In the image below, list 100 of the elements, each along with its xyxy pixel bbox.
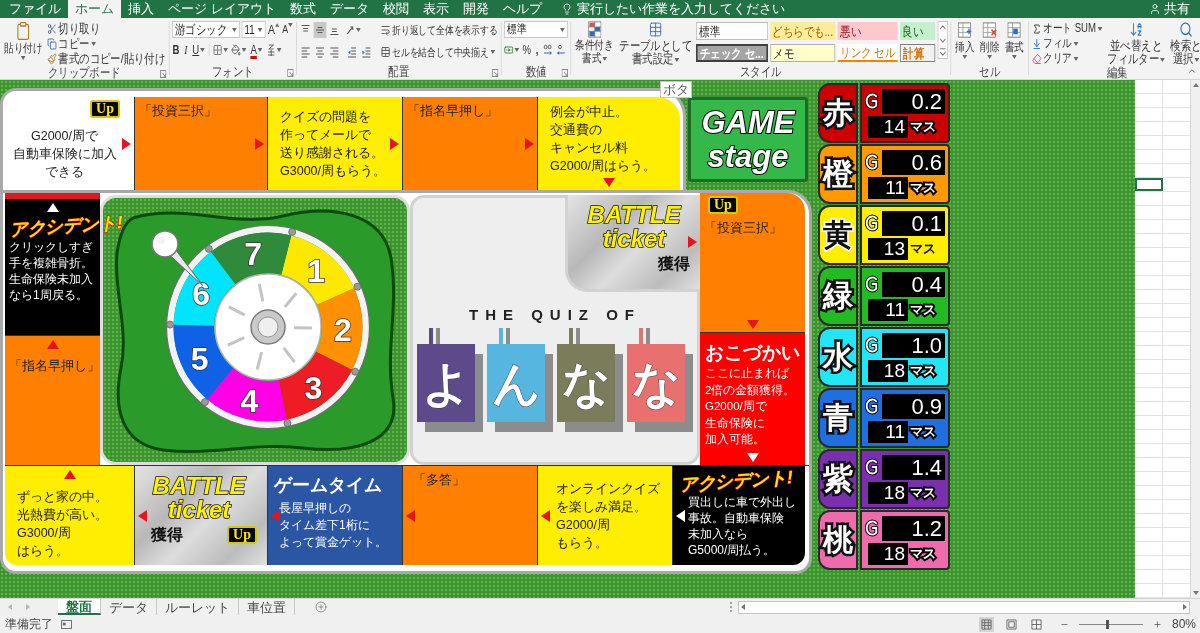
normal-view-icon xyxy=(980,618,992,630)
add-sheet-icon[interactable] xyxy=(315,601,327,613)
format-painter-button[interactable]: 書式のコピー/貼り付け xyxy=(46,51,167,66)
number-format-field[interactable]: 標準 xyxy=(504,21,569,38)
dialog-launcher-icon[interactable] xyxy=(287,69,294,77)
cell-style-option[interactable]: どちらでも... xyxy=(770,22,836,40)
bold-button[interactable]: B xyxy=(171,43,181,57)
cell-style-option[interactable]: 標準 xyxy=(696,22,768,40)
delete-cells-button[interactable]: 削除 xyxy=(978,21,1001,59)
game-time-heading: ゲームタイム xyxy=(274,474,382,496)
scroll-up-icon[interactable] xyxy=(1192,83,1199,87)
dialog-launcher-icon[interactable] xyxy=(159,70,167,78)
cut-button[interactable]: 切り取り xyxy=(46,21,167,36)
percent-button[interactable]: % xyxy=(522,43,532,57)
money-value: 0.4 xyxy=(882,271,945,297)
player-color-tile: 紫 xyxy=(818,449,858,509)
paint-bucket-icon xyxy=(231,44,241,56)
scroll-left-icon[interactable] xyxy=(741,604,745,610)
phonetic-button[interactable] xyxy=(266,44,282,56)
square-count: 14 xyxy=(868,115,908,138)
player-color-tile: 青 xyxy=(818,388,858,448)
collapse-ribbon-icon[interactable] xyxy=(1187,66,1197,76)
vertical-scrollbar[interactable] xyxy=(1190,80,1200,598)
sort-filter-button[interactable]: 並べ替えと フィルター xyxy=(1105,21,1167,65)
currency-format-button[interactable] xyxy=(504,44,520,56)
zoom-thumb[interactable] xyxy=(1106,619,1110,629)
merge-center-button[interactable]: セルを結合して中央揃え xyxy=(380,43,499,61)
tell-me-field[interactable]: 実行したい作業を入力してください xyxy=(576,0,799,18)
comma-button[interactable]: , xyxy=(534,43,541,57)
grow-font-button[interactable]: A xyxy=(267,22,280,37)
increase-indent-button[interactable] xyxy=(360,44,373,60)
fill-color-button[interactable] xyxy=(231,44,247,56)
align-center-button[interactable] xyxy=(313,44,327,60)
underline-button[interactable]: U xyxy=(191,43,206,57)
gallery-more-icon[interactable] xyxy=(938,46,948,58)
page-layout-view-button[interactable] xyxy=(1003,616,1019,632)
paste-button[interactable]: 貼り付け xyxy=(2,21,44,60)
menu-tab[interactable]: データ xyxy=(322,0,376,18)
middle-align-icon xyxy=(315,24,325,36)
shape-button[interactable]: ボタ xyxy=(660,81,692,98)
normal-view-button[interactable] xyxy=(978,616,994,632)
font-size-field[interactable]: 11 xyxy=(241,21,266,38)
cell-style-option[interactable]: 良い xyxy=(900,22,936,40)
align-right-button[interactable] xyxy=(328,44,341,60)
caret-icon xyxy=(514,48,520,52)
italic-button[interactable]: I xyxy=(183,43,189,57)
sheet-cell[interactable] xyxy=(1135,178,1163,191)
font-name-field[interactable]: 游ゴシック xyxy=(171,21,240,38)
page-break-view-button[interactable] xyxy=(1028,616,1044,632)
decrease-indent-button[interactable] xyxy=(345,44,359,60)
macro-record-icon[interactable] xyxy=(61,619,72,629)
horizontal-scrollbar[interactable] xyxy=(738,600,1190,614)
conditional-formatting-icon xyxy=(587,21,602,38)
borders-button[interactable] xyxy=(212,44,228,56)
menu-tab[interactable]: 数式 xyxy=(282,0,323,18)
format-as-table-button[interactable]: テーブルとして 書式設定 xyxy=(617,21,694,65)
find-select-button[interactable]: 検索と 選択 xyxy=(1168,21,1200,65)
autosum-button[interactable]: オート SUM xyxy=(1031,21,1104,36)
fill-button[interactable]: フィル xyxy=(1031,36,1104,51)
clear-button[interactable]: クリア xyxy=(1031,51,1104,66)
zoom-in-icon[interactable] xyxy=(1152,619,1162,629)
menu-tab[interactable]: ページ レイアウト xyxy=(161,0,283,18)
dialog-launcher-icon[interactable] xyxy=(492,69,499,77)
decrease-decimal-button[interactable] xyxy=(556,44,566,56)
increase-decimal-button[interactable] xyxy=(543,44,553,56)
menu-tab[interactable]: 校閲 xyxy=(375,0,416,18)
font-color-button[interactable]: A xyxy=(249,43,264,57)
middle-align-button[interactable] xyxy=(313,22,327,38)
text-orientation-icon xyxy=(345,24,356,36)
menu-tab[interactable]: 開発 xyxy=(455,0,496,18)
dialog-launcher-icon[interactable] xyxy=(561,69,569,77)
square-text: 買出しに車で外出し 事故。自動車保険 未加入なら G5000/周払う。 xyxy=(687,494,796,558)
menu-tab[interactable]: 表示 xyxy=(415,0,456,18)
segment-number: 6 xyxy=(192,275,211,312)
format-cells-button[interactable]: 書式 xyxy=(1003,21,1026,59)
zoom-slider[interactable] xyxy=(1078,619,1143,629)
page-layout-view-icon xyxy=(1005,618,1017,630)
copy-button[interactable]: コピー xyxy=(46,36,167,51)
share-button[interactable]: 共有 xyxy=(1149,0,1190,18)
cell-style-option[interactable]: メモ xyxy=(770,44,836,62)
orientation-button[interactable] xyxy=(345,24,361,36)
shrink-font-button[interactable]: A xyxy=(281,22,294,37)
align-left-button[interactable] xyxy=(299,44,313,60)
next-sheet-icon[interactable] xyxy=(26,604,30,610)
menu-tab[interactable]: ヘルプ xyxy=(495,0,549,18)
menu-tab[interactable]: ファイル xyxy=(2,0,68,18)
wrap-text-button[interactable]: 折り返して全体を表示する xyxy=(380,21,499,39)
previous-sheet-icon[interactable] xyxy=(8,604,12,610)
scroll-down-icon[interactable] xyxy=(1192,591,1199,595)
currency-icon xyxy=(865,214,880,232)
insert-cells-button[interactable]: 挿入 xyxy=(953,21,977,59)
conditional-formatting-button[interactable]: 条件付き 書式 xyxy=(573,21,616,65)
cell-style-option[interactable]: 悪い xyxy=(837,22,898,40)
group-label: 数値 xyxy=(525,65,547,79)
sheet-tab[interactable]: 盤面 xyxy=(58,599,101,615)
menu-tab[interactable]: 挿入 xyxy=(121,0,161,18)
scroll-right-icon[interactable] xyxy=(1183,604,1187,610)
up-badge: Up xyxy=(227,526,257,544)
caret-icon xyxy=(1097,26,1103,31)
menu-tab[interactable]: ホーム xyxy=(68,0,121,18)
